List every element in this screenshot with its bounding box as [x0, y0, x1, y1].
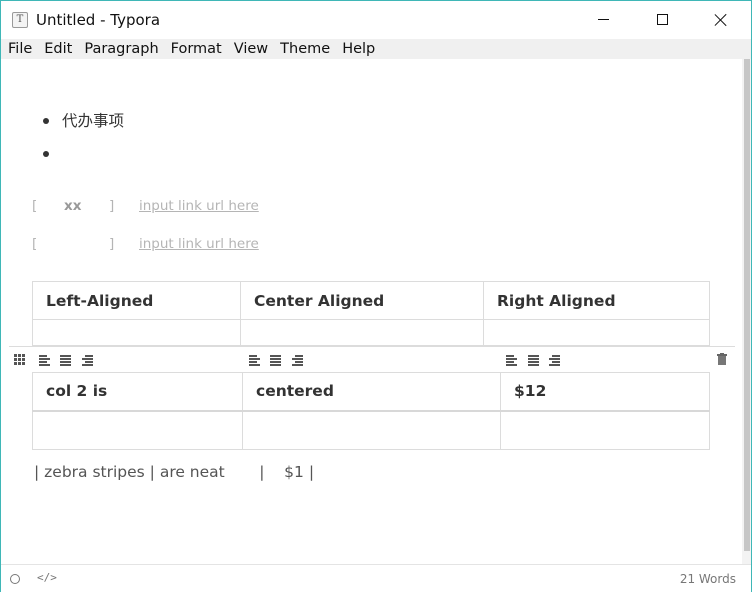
align-right-icon[interactable] — [82, 355, 93, 366]
menu-format[interactable]: Format — [165, 39, 228, 59]
word-count[interactable]: 21 Words — [680, 572, 736, 586]
status-bar: </> 21 Words — [1, 564, 751, 592]
link-bracket-open: [ — [32, 198, 38, 214]
table-cell[interactable] — [32, 409, 243, 450]
link-url-input[interactable]: input link url here — [139, 198, 259, 214]
link-text[interactable]: xx — [64, 198, 81, 214]
table-toolbar — [9, 346, 735, 372]
align-center-icon[interactable] — [270, 355, 281, 366]
scrollbar-thumb[interactable] — [744, 59, 750, 551]
editor-area[interactable]: 代办事项 [ xx ] input link url here [ ] inpu… — [1, 59, 742, 564]
list-item[interactable] — [43, 144, 124, 177]
outline-icon[interactable] — [10, 574, 20, 584]
align-left-icon[interactable] — [39, 355, 50, 366]
source-code-icon[interactable]: </> — [37, 571, 57, 584]
markdown-table-body: col 2 is centered $12 — [32, 372, 710, 450]
link-bracket-open: [ — [32, 236, 38, 252]
menu-view[interactable]: View — [228, 39, 274, 59]
grid-icon[interactable] — [14, 354, 25, 365]
title-bar[interactable]: T Untitled - Typora — [1, 1, 751, 38]
align-center-icon[interactable] — [528, 355, 539, 366]
table-header-cell[interactable]: Right Aligned — [483, 281, 710, 320]
align-right-icon[interactable] — [549, 355, 560, 366]
table-cell[interactable] — [483, 319, 710, 346]
maximize-button[interactable] — [633, 1, 691, 38]
close-button[interactable] — [692, 1, 750, 38]
table-cell[interactable]: centered — [242, 372, 501, 411]
table-row — [32, 319, 710, 346]
link-bracket-close: ] — [109, 198, 115, 214]
app-window: T Untitled - Typora File Edit Paragraph … — [0, 0, 752, 592]
menu-help[interactable]: Help — [336, 39, 381, 59]
table-cell[interactable] — [32, 319, 241, 346]
table-cell[interactable] — [242, 409, 501, 450]
align-center-icon[interactable] — [60, 355, 71, 366]
trash-icon[interactable] — [717, 353, 727, 365]
table-cell[interactable] — [500, 409, 710, 450]
table-header-cell[interactable]: Left-Aligned — [32, 281, 241, 320]
link-bracket-close: ] — [109, 236, 115, 252]
align-right-icon[interactable] — [292, 355, 303, 366]
raw-table-line[interactable]: | zebra stripes | are neat | $1 | — [34, 463, 314, 481]
markdown-table-header: Left-Aligned Center Aligned Right Aligne… — [32, 281, 710, 346]
align-left-icon[interactable] — [249, 355, 260, 366]
close-icon — [714, 13, 728, 27]
menu-bar: File Edit Paragraph Format View Theme He… — [1, 39, 751, 59]
table-header-cell[interactable]: Center Aligned — [240, 281, 484, 320]
table-row: col 2 is centered $12 — [32, 372, 710, 411]
align-left-icon[interactable] — [506, 355, 517, 366]
menu-paragraph[interactable]: Paragraph — [78, 39, 164, 59]
table-row — [32, 409, 710, 450]
minimize-button[interactable] — [574, 1, 632, 38]
window-title: Untitled - Typora — [36, 11, 161, 29]
bullet-list: 代办事项 — [43, 111, 124, 177]
menu-edit[interactable]: Edit — [38, 39, 78, 59]
minimize-icon — [597, 19, 609, 20]
table-cell[interactable] — [240, 319, 484, 346]
list-item[interactable]: 代办事项 — [43, 111, 124, 144]
typora-app-icon: T — [12, 12, 28, 28]
maximize-icon — [656, 14, 668, 25]
menu-theme[interactable]: Theme — [274, 39, 336, 59]
table-cell[interactable]: col 2 is — [32, 372, 243, 411]
menu-file[interactable]: File — [1, 39, 38, 59]
link-url-input[interactable]: input link url here — [139, 236, 259, 252]
table-cell[interactable]: $12 — [500, 372, 710, 411]
